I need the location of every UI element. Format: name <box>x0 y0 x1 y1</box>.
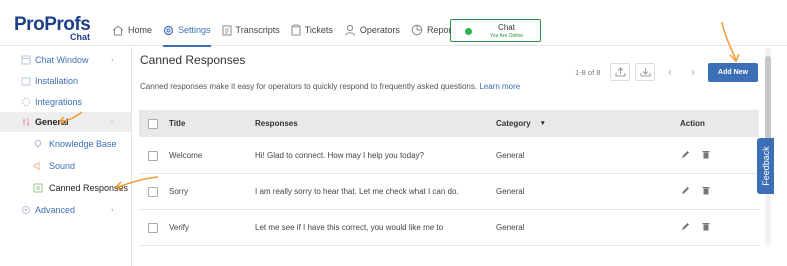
nav-tickets-label: Tickets <box>304 25 333 35</box>
page-description: Canned responses make it easy for operat… <box>140 82 520 91</box>
row-category: General <box>496 223 525 232</box>
row-response: I am really sorry to hear that. Let me c… <box>255 187 459 196</box>
description-text: Canned responses make it easy for operat… <box>140 82 478 91</box>
nav-tickets[interactable]: Tickets <box>291 22 333 38</box>
pagination-count: 1-8 of 8 <box>575 68 601 77</box>
chat-list-icon <box>33 183 43 193</box>
edit-icon[interactable] <box>681 222 690 231</box>
column-responses[interactable]: Responses <box>255 119 298 128</box>
select-all-checkbox[interactable] <box>148 119 158 129</box>
learn-more-link[interactable]: Learn more <box>479 82 520 91</box>
next-page-button[interactable]: › <box>683 63 703 81</box>
sidebar-item-label: Advanced <box>35 205 76 215</box>
nav-settings[interactable]: Settings <box>163 22 211 47</box>
sidebar-item-label: Chat Window <box>35 55 89 65</box>
gear-icon <box>22 206 30 214</box>
row-checkbox[interactable] <box>148 151 158 161</box>
chevron-right-icon: › <box>111 205 114 214</box>
sidebar-item-label: Installation <box>35 76 79 86</box>
row-title: Welcome <box>169 151 203 160</box>
nav-home[interactable]: Home <box>112 22 152 38</box>
chevron-right-icon: › <box>111 55 114 64</box>
sidebar-item-knowledge-base[interactable]: Knowledge Base <box>0 134 131 154</box>
table-header: Title Responses Category ▾ Action <box>139 110 759 137</box>
column-category[interactable]: Category <box>496 119 531 128</box>
chevron-right-icon: › <box>691 66 695 78</box>
row-checkbox[interactable] <box>148 223 158 233</box>
add-new-button[interactable]: Add New <box>708 63 758 82</box>
nav-transcripts[interactable]: Transcripts <box>222 22 280 38</box>
sidebar-item-chat-window[interactable]: Chat Window › <box>0 50 131 70</box>
sidebar-item-sound[interactable]: Sound <box>0 156 131 176</box>
trash-icon[interactable] <box>702 186 710 195</box>
sidebar-item-label: Sound <box>49 161 76 171</box>
trash-icon[interactable] <box>702 222 710 231</box>
chat-online-status[interactable]: Chat You Are Online <box>450 19 541 42</box>
main-nav: Home Settings Transcripts Tickets Operat… <box>112 22 469 47</box>
puzzle-icon <box>21 97 31 107</box>
sidebar-item-installation[interactable]: Installation <box>0 71 131 91</box>
settings-sidebar: Chat Window › Installation Integrations … <box>0 47 132 266</box>
chevron-left-icon: ‹ <box>668 66 672 78</box>
download-icon <box>640 68 650 77</box>
pie-chart-icon <box>411 24 423 36</box>
row-title: Verify <box>169 223 190 232</box>
column-title[interactable]: Title <box>169 119 185 128</box>
sort-down-icon[interactable]: ▾ <box>541 119 545 127</box>
chat-status-title: Chat <box>498 23 515 32</box>
nav-transcripts-label: Transcripts <box>235 25 280 35</box>
install-icon <box>21 77 31 86</box>
row-category: General <box>496 187 525 196</box>
feedback-tab[interactable]: Feedback <box>757 138 774 194</box>
row-response: Let me see if I have this correct, you w… <box>255 223 444 232</box>
sidebar-item-label: Integrations <box>35 97 83 107</box>
page-title: Canned Responses <box>140 53 246 67</box>
home-icon <box>112 24 124 35</box>
main-content: Canned Responses Canned responses make i… <box>133 47 773 266</box>
feedback-label: Feedback <box>760 146 771 186</box>
edit-icon[interactable] <box>681 186 690 195</box>
table-row[interactable]: Verify Let me see if I have this correct… <box>139 210 759 246</box>
table-row[interactable]: Sorry I am really sorry to hear that. Le… <box>139 174 759 210</box>
table-row[interactable]: Welcome Hi! Glad to connect. How may I h… <box>139 138 759 174</box>
user-icon <box>344 24 355 36</box>
bulb-icon <box>34 139 42 148</box>
nav-operators[interactable]: Operators <box>344 22 400 38</box>
clipboard-icon <box>291 24 301 36</box>
annotation-arrow-general <box>58 111 83 125</box>
chevron-down-icon: › <box>107 120 117 123</box>
row-category: General <box>496 151 525 160</box>
sidebar-item-label: Knowledge Base <box>49 139 117 149</box>
nav-settings-label: Settings <box>178 25 211 35</box>
edit-icon[interactable] <box>681 150 690 159</box>
column-action: Action <box>680 119 705 128</box>
online-indicator <box>465 28 472 35</box>
row-title: Sorry <box>169 187 189 196</box>
upload-icon <box>615 67 625 77</box>
annotation-arrow-add-new <box>721 21 740 63</box>
row-response: Hi! Glad to connect. How may I help you … <box>255 151 424 160</box>
sidebar-item-advanced[interactable]: Advanced › <box>0 200 131 220</box>
nav-operators-label: Operators <box>359 25 400 35</box>
chat-status-text: You Are Online <box>489 33 524 39</box>
speaker-icon <box>33 161 40 171</box>
nav-home-label: Home <box>128 25 153 35</box>
sliders-icon <box>23 118 29 126</box>
window-icon <box>21 55 31 65</box>
logo-subtitle: Chat <box>70 32 90 42</box>
top-bar: ProProfs Chat Home Settings Transcripts … <box>0 0 787 47</box>
proprofs-chat-logo[interactable]: ProProfs Chat <box>14 15 91 42</box>
document-icon <box>222 25 232 35</box>
export-button[interactable] <box>610 63 630 81</box>
import-button[interactable] <box>635 63 655 81</box>
gear-icon <box>163 25 174 35</box>
trash-icon[interactable] <box>702 150 710 159</box>
prev-page-button[interactable]: ‹ <box>660 63 680 81</box>
annotation-arrow-canned-responses <box>114 176 159 191</box>
